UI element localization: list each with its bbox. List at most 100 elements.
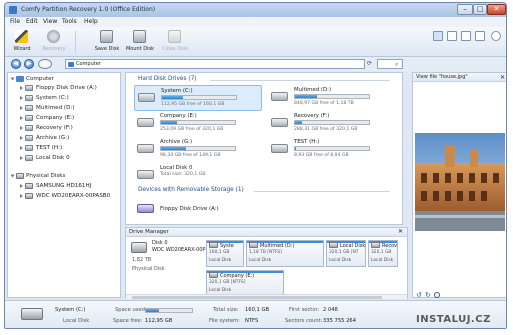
menu-file[interactable]: File: [10, 18, 20, 25]
view-details-icon[interactable]: [475, 31, 485, 41]
address-bar[interactable]: Computer: [65, 59, 365, 69]
hard-disk-icon: [16, 173, 24, 179]
save-disk-button[interactable]: Save Disk: [93, 29, 121, 55]
rotate-right-icon[interactable]: ↻: [425, 291, 431, 299]
expand-arrow-icon: [20, 146, 23, 150]
mount-disk-button[interactable]: Mount Disk: [123, 29, 157, 55]
menu-tools[interactable]: Tools: [62, 18, 77, 25]
folder-tree: Computer Floppy Disk Drive (A:) System (C…: [7, 72, 121, 298]
tree-label: System (C:): [36, 95, 69, 101]
rotate-left-icon[interactable]: ↺: [416, 291, 422, 299]
recovery-button[interactable]: Recovery: [39, 29, 69, 55]
partition-size: 320,1 GB [NT: [329, 250, 359, 255]
menu-help[interactable]: Help: [84, 18, 98, 25]
drive-free-space: 112,95 GB free of 160,1 GB: [161, 102, 225, 107]
minimize-button[interactable]: –: [457, 4, 473, 15]
partition-size: 160,1 GB: [209, 250, 230, 255]
drive-tile[interactable]: Archive (G:) 98,34 GB free of 149,1 GB: [134, 137, 262, 163]
close-panel-icon[interactable]: ✕: [500, 73, 505, 82]
refresh-icon[interactable]: ⟳: [367, 60, 375, 68]
space-free-value: 112,95 GB: [145, 318, 173, 324]
drive-tile[interactable]: Recovery (F:) 288,31 GB free of 320,1 GB: [268, 111, 396, 137]
hard-disk-icon: [137, 144, 154, 153]
drive-tile[interactable]: System (C:) 112,95 GB free of 160,1 GB: [134, 85, 262, 111]
drive-name: Floppy Disk Drive (A:): [160, 206, 219, 212]
partition-type: Local Disk: [209, 288, 232, 293]
tree-label: Company (E:): [36, 115, 75, 121]
view-tiles-icon[interactable]: [447, 31, 457, 41]
total-size-label: Total size:: [213, 307, 239, 313]
partition-block[interactable]: Company (E:) 320,1 GB [NTFS] Local Disk: [206, 270, 284, 297]
partition-block[interactable]: Recov 320,1 GB Local Disk: [368, 240, 398, 267]
tree-label: Floppy Disk Drive (A:): [36, 85, 97, 91]
drive-name: TEST (H:): [294, 139, 320, 145]
recent-pages-icon[interactable]: [38, 59, 52, 69]
space-free-label: Space free:: [113, 318, 143, 324]
expand-arrow-icon: [20, 184, 23, 188]
drive-name: Local Disk 0: [160, 165, 193, 171]
partition-name: Multimed (D:): [260, 243, 295, 249]
close-panel-icon[interactable]: ✕: [398, 228, 403, 235]
hard-drives-header[interactable]: Hard Disk Drives (7): [138, 76, 197, 82]
drive-tile[interactable]: TEST (H:) 8,93 GB free of 8,94 GB: [268, 137, 396, 163]
menu-view[interactable]: View: [43, 18, 57, 25]
partition-block[interactable]: Multimed (D:) 1,18 TB [NTFS] Local Disk: [246, 240, 324, 267]
close-disk-icon: [168, 30, 181, 43]
partition-block[interactable]: Syste 160,1 GB Local Disk: [206, 240, 244, 267]
forward-button[interactable]: ▶: [24, 59, 34, 69]
drive-name: System (C:): [161, 88, 193, 94]
drive-usage-fill: [162, 96, 184, 99]
file-system-value: NTFS: [245, 318, 259, 324]
removable-header[interactable]: Devices with Removable Storage (1): [138, 187, 244, 193]
help-icon[interactable]: [491, 31, 501, 41]
file-preview-panel: View file "house.jpg" ✕ ↺ ↻: [412, 72, 506, 299]
drive-usage-fill: [161, 121, 177, 124]
drive-tile[interactable]: Multimed (D:) 848,97 GB free of 1,18 TB: [268, 85, 396, 111]
partition-type: Local Disk: [329, 258, 352, 263]
partition-icon: [209, 272, 218, 278]
expand-arrow-icon: [10, 174, 15, 178]
disk-type: Physical Disk: [132, 266, 165, 272]
wizard-wand-icon: [15, 30, 28, 43]
drive-usage-fill: [161, 147, 187, 150]
selected-drive-icon: [21, 308, 43, 320]
drive-tile[interactable]: Company (E:) 253,09 GB free of 320,1 GB: [134, 111, 262, 137]
view-large-icons-icon[interactable]: [433, 31, 443, 41]
hard-disk-icon: [271, 92, 288, 101]
partition-block[interactable]: Local Disk 320,1 GB [NT Local Disk: [326, 240, 366, 267]
wizard-button[interactable]: Wizard: [9, 29, 35, 55]
scrollbar-thumb[interactable]: [132, 296, 382, 299]
partition-icon: [329, 242, 338, 248]
physical-disk-info[interactable]: Disk 0 WDC WD20EARX-00P 1,82 TB Physical…: [130, 240, 205, 280]
back-button[interactable]: ◀: [11, 59, 21, 69]
drive-name: Archive (G:): [160, 139, 193, 145]
menu-bar: File Edit View Tools Help: [5, 17, 506, 27]
close-button[interactable]: ✕: [487, 4, 506, 15]
close-disk-button[interactable]: Close Disk: [159, 29, 191, 55]
search-input[interactable]: ⌕: [377, 59, 403, 69]
watermark-logo: INSTALUJ.CZ: [416, 314, 491, 325]
zoom-icon[interactable]: [434, 292, 440, 298]
drive-tile[interactable]: Local Disk 0 Total size: 320,1 GB: [134, 163, 262, 189]
mount-disk-icon: [133, 30, 146, 43]
drive-name: Multimed (D:): [294, 87, 332, 93]
app-window: Comfy Partition Recovery 1.0 (Office Edi…: [4, 2, 507, 329]
view-list-icon[interactable]: [461, 31, 471, 41]
tree-label: WDC WD20EARX-00PASB0: [36, 193, 111, 199]
close-disk-label: Close Disk: [162, 46, 188, 52]
drive-usage-bar: [294, 94, 370, 99]
mount-disk-label: Mount Disk: [125, 46, 154, 52]
tree-label: Physical Disks: [26, 173, 66, 179]
maximize-button[interactable]: □: [473, 4, 487, 15]
horizontal-scrollbar[interactable]: [126, 294, 407, 299]
expand-arrow-icon: [20, 96, 23, 100]
partition-size: 320,1 GB: [371, 250, 392, 255]
menu-edit[interactable]: Edit: [26, 18, 38, 25]
tree-label: Archive (G:): [36, 135, 70, 141]
drive-floppy[interactable]: Floppy Disk Drive (A:): [134, 197, 234, 223]
space-used-fill: [146, 309, 160, 312]
expand-arrow-icon: [20, 194, 23, 198]
tree-label: Multimed (D:): [36, 105, 75, 111]
tree-label: TEST (H:): [36, 145, 63, 151]
address-path: Computer: [76, 61, 101, 67]
